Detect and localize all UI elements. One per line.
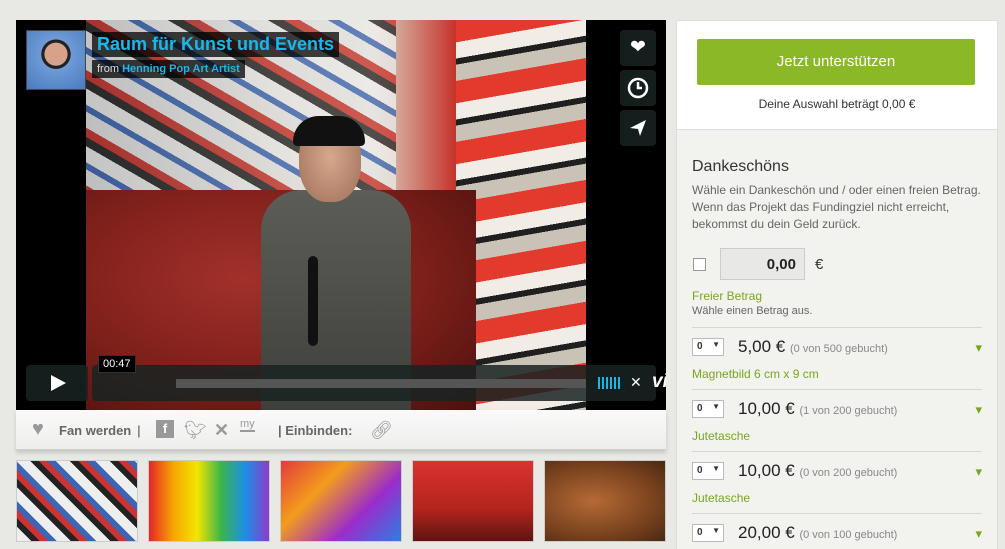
vimeo-logo[interactable]: vimeo (652, 371, 666, 393)
link-icon[interactable]: 🔗︎ (370, 420, 393, 441)
author-avatar[interactable] (26, 30, 86, 90)
gallery-thumbnail[interactable] (544, 460, 666, 542)
support-panel: Jetzt unterstützen Deine Auswahl beträgt… (676, 20, 998, 130)
fan-button[interactable]: Fan werden (59, 423, 131, 438)
price-value: 10,00 € (738, 461, 795, 480)
progress-bar[interactable] (176, 379, 586, 388)
gallery-thumbnail[interactable] (280, 460, 402, 542)
quantity-value: 0 (697, 465, 703, 476)
separator: | (137, 423, 141, 438)
rewards-panel: Dankeschöns Wähle ein Dankeschön und / o… (676, 130, 998, 549)
chevron-down-icon[interactable]: ▾ (975, 340, 982, 356)
gallery-thumbnail[interactable] (16, 460, 138, 542)
author-link[interactable]: Henning Pop Art Artist (122, 63, 240, 75)
booked-count: (0 von 200 gebucht) (799, 467, 898, 479)
chevron-down-icon: ▼ (712, 464, 720, 473)
chevron-down-icon: ▼ (712, 526, 720, 535)
embed-label: | Einbinden: (278, 423, 353, 438)
reward-tier[interactable]: 0 ▼ 10,00 € (0 von 200 gebucht) ▾ Jutetas… (692, 451, 982, 513)
free-amount-hint: Wähle einen Betrag aus. (692, 305, 813, 317)
share-bar: ♥ Fan werden | f 🐦︎ ✕ my | Einbinden: 🔗︎ (16, 410, 666, 450)
heart-icon[interactable]: ♥ (32, 418, 44, 441)
price-value: 5,00 € (738, 337, 786, 356)
reward-tier[interactable]: 0 ▼ 20,00 € (0 von 100 gebucht) ▾ (692, 513, 982, 549)
rewards-title: Dankeschöns (692, 158, 789, 175)
free-amount-checkbox[interactable] (693, 258, 706, 271)
reward-name: Jutetasche (692, 491, 751, 505)
clock-icon[interactable] (620, 70, 656, 106)
twitter-icon[interactable]: 🐦︎ (184, 420, 207, 441)
control-bar: ✕ vimeo (92, 365, 666, 401)
heart-icon[interactable]: ❤ (620, 30, 656, 66)
chevron-down-icon[interactable]: ▾ (975, 526, 982, 542)
quantity-select[interactable]: 0 ▼ (692, 338, 724, 356)
reward-name: Jutetasche (692, 429, 751, 443)
play-icon (51, 375, 66, 391)
price-value: 10,00 € (738, 399, 795, 418)
selection-total: Deine Auswahl beträgt 0,00 € (758, 97, 916, 111)
video-title[interactable]: Raum für Kunst und Events (92, 32, 340, 57)
video-byline: from Henning Pop Art Artist (92, 60, 245, 78)
free-amount-label: Freier Betrag (692, 289, 763, 303)
booked-count: (0 von 500 gebucht) (790, 343, 888, 355)
fullscreen-icon[interactable]: ✕ (630, 374, 642, 391)
chevron-down-icon: ▼ (712, 340, 720, 349)
myspace-icon[interactable]: my (240, 418, 255, 432)
chevron-down-icon[interactable]: ▾ (975, 402, 982, 418)
video-player[interactable]: Raum für Kunst und Events from Henning P… (16, 20, 666, 410)
timecode: 00:47 (98, 355, 136, 373)
gallery-thumbnail[interactable] (148, 460, 270, 542)
byline-prefix: from (97, 63, 119, 75)
reward-tier[interactable]: 0 ▼ 5,00 € (0 von 500 gebucht) ▾ Magnetbi… (692, 327, 982, 389)
artist-cap (293, 116, 365, 146)
free-amount-input[interactable]: 0,00 (720, 248, 805, 280)
volume-icon[interactable] (598, 377, 622, 389)
video-controls: ✕ vimeo 00:47 (26, 355, 666, 401)
quantity-value: 0 (697, 341, 703, 352)
project-page: Raum für Kunst und Events from Henning P… (0, 0, 1005, 549)
xing-icon[interactable]: ✕ (214, 420, 229, 441)
reward-name: Magnetbild 6 cm x 9 cm (692, 367, 819, 381)
quantity-value: 0 (697, 403, 703, 414)
facebook-icon[interactable]: f (156, 420, 174, 438)
currency-label: € (815, 256, 824, 273)
reward-price: 20,00 € (0 von 100 gebucht) (738, 523, 897, 543)
chevron-down-icon: ▼ (712, 402, 720, 411)
reward-price: 10,00 € (1 von 200 gebucht) (738, 399, 897, 419)
reward-price: 10,00 € (0 von 200 gebucht) (738, 461, 897, 481)
quantity-value: 0 (697, 527, 703, 538)
send-icon[interactable] (620, 110, 656, 146)
quantity-select[interactable]: 0 ▼ (692, 462, 724, 480)
play-button[interactable] (26, 365, 88, 401)
gallery-thumbnail[interactable] (412, 460, 534, 542)
microphone (308, 256, 318, 346)
quantity-select[interactable]: 0 ▼ (692, 524, 724, 542)
quantity-select[interactable]: 0 ▼ (692, 400, 724, 418)
support-button[interactable]: Jetzt unterstützen (697, 39, 975, 85)
booked-count: (1 von 200 gebucht) (799, 405, 898, 417)
reward-tier[interactable]: 0 ▼ 10,00 € (1 von 200 gebucht) ▾ Jutetas… (692, 389, 982, 451)
price-value: 20,00 € (738, 523, 795, 542)
reward-price: 5,00 € (0 von 500 gebucht) (738, 337, 888, 357)
rewards-description: Wähle ein Dankeschön und / oder einen fr… (692, 183, 981, 231)
booked-count: (0 von 100 gebucht) (799, 529, 898, 541)
chevron-down-icon[interactable]: ▾ (975, 464, 982, 480)
